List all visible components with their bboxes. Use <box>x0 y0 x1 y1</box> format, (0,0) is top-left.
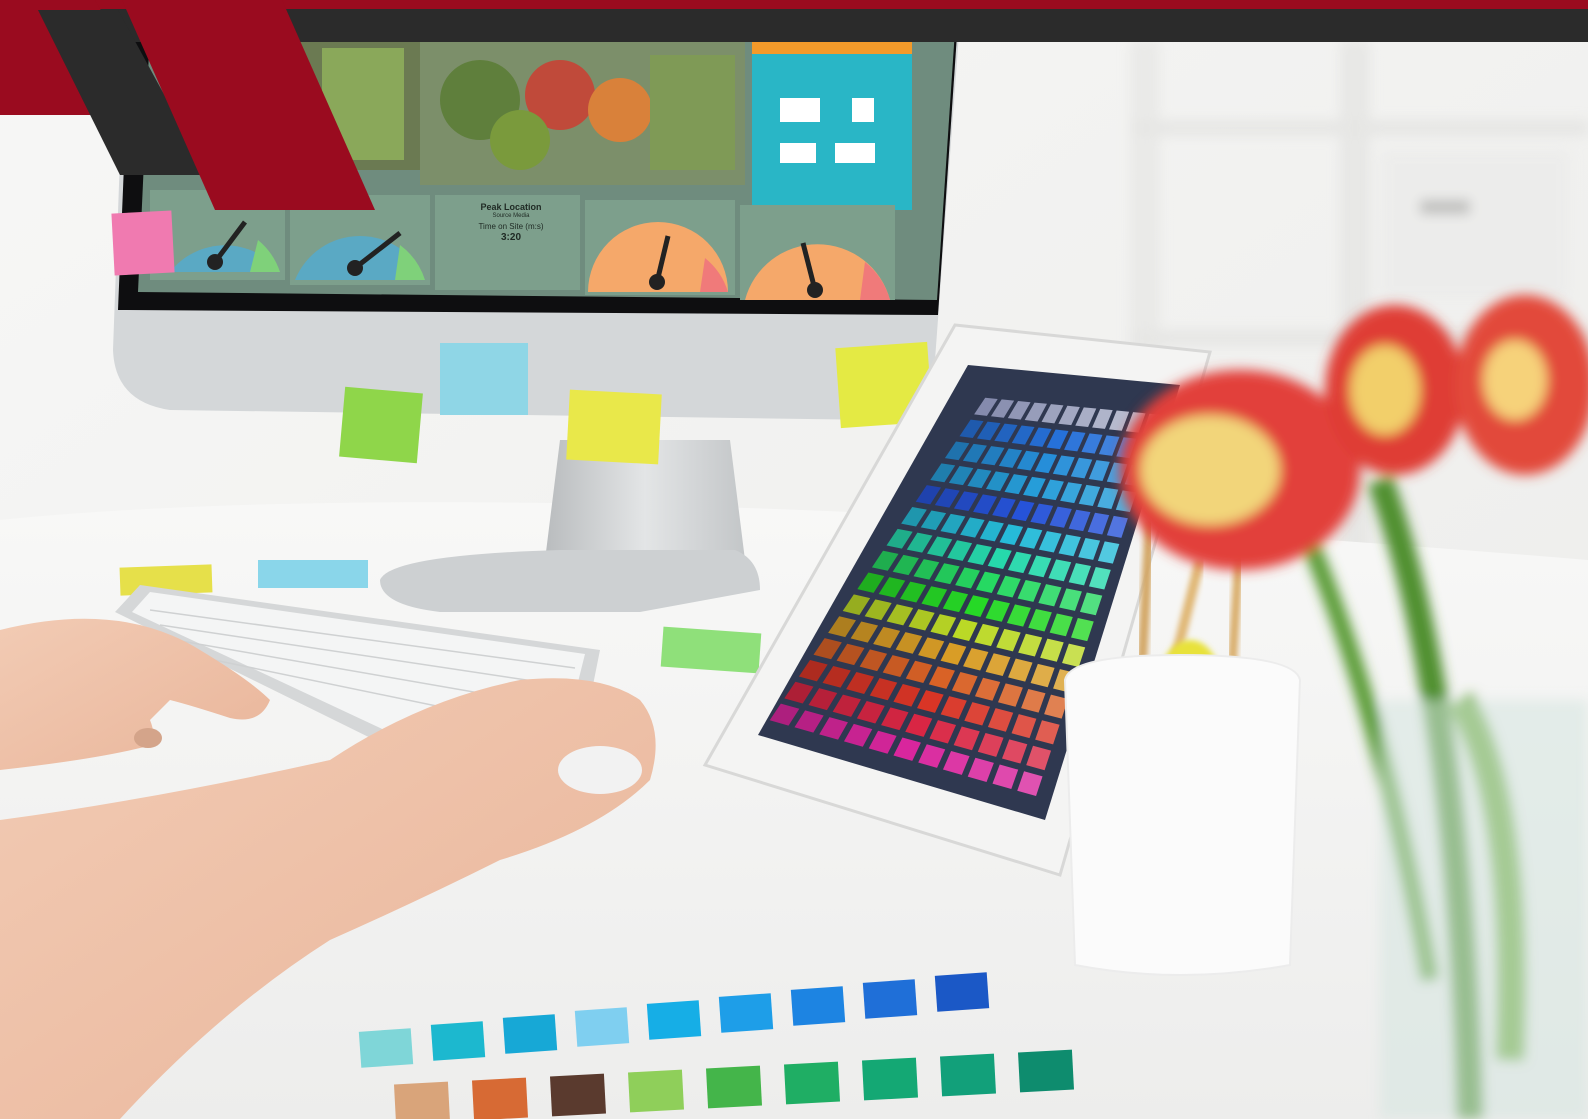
desk-swatch <box>627 1069 685 1113</box>
desk-swatch <box>574 1007 630 1047</box>
dashboard-panel-subtitle: Source Media <box>492 213 530 219</box>
desk-swatch <box>783 1061 841 1105</box>
dashboard-metric-value: 3:20 <box>500 232 521 243</box>
desk-swatch <box>705 1065 763 1109</box>
desk-swatch <box>471 1077 529 1119</box>
desk-swatch <box>646 1000 702 1040</box>
dashboard-panel-title: Peak Location <box>480 202 542 212</box>
photo-scene <box>0 0 1588 1119</box>
desk-swatch <box>502 1014 558 1054</box>
desk-swatch <box>393 1081 451 1119</box>
desk-swatch <box>862 979 918 1019</box>
desk-swatch <box>358 1028 414 1068</box>
desk-swatch <box>934 972 990 1012</box>
desk-swatch <box>861 1057 919 1101</box>
desk-swatch <box>430 1021 486 1061</box>
desk-swatch <box>549 1073 607 1117</box>
desk-swatch <box>939 1053 997 1097</box>
desk-swatch <box>1017 1049 1075 1093</box>
desk-swatch <box>790 986 846 1026</box>
desk-swatch <box>718 993 774 1033</box>
dashboard-metric-label: Time on Site (m:s) <box>478 222 544 231</box>
